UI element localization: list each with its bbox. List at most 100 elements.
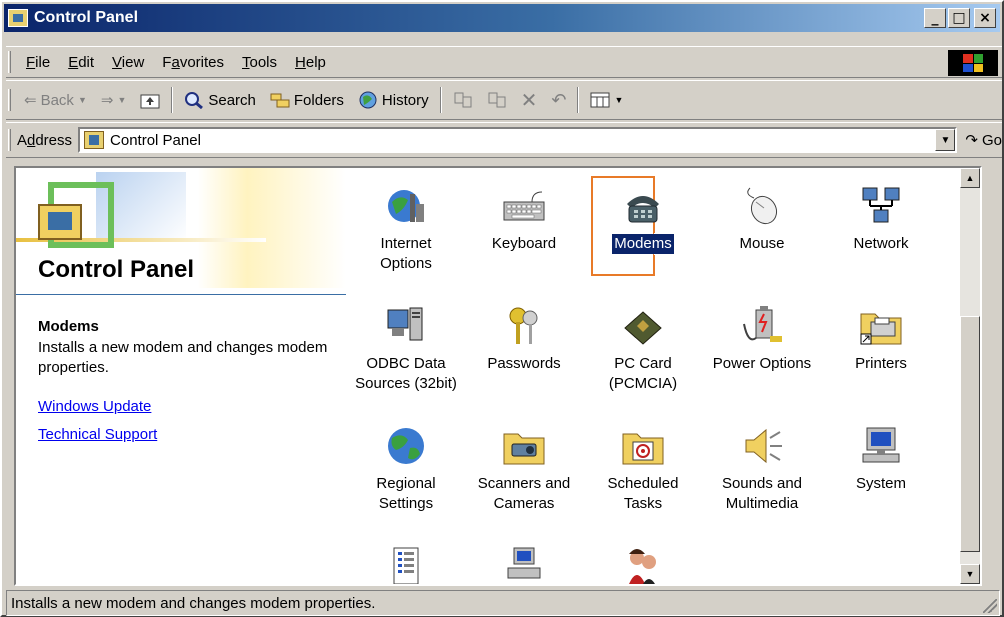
windows-logo xyxy=(948,50,998,76)
item-pc-card[interactable]: PC Card (PCMCIA) xyxy=(583,288,703,394)
item-internet-options[interactable]: Internet Options xyxy=(346,168,466,274)
go-arrow-icon: ↷ xyxy=(965,132,978,149)
keyboard-icon xyxy=(503,191,545,221)
back-button[interactable]: ⇐ Back ▼ xyxy=(17,84,94,116)
forward-button[interactable]: ⇒ ▼ xyxy=(94,84,134,116)
item-row4-2[interactable] xyxy=(464,528,584,584)
item-power-options[interactable]: Power Options xyxy=(702,288,822,374)
address-dropdown-button[interactable]: ▼ xyxy=(935,129,956,151)
network-icon xyxy=(862,187,900,223)
control-panel-icon xyxy=(8,9,28,27)
title-bar[interactable]: Control Panel _ □ × xyxy=(4,4,1000,32)
item-regional-settings[interactable]: Regional Settings xyxy=(346,408,466,514)
vertical-scrollbar[interactable]: ▲ ▼ xyxy=(960,168,980,584)
item-sounds-multimedia[interactable]: Sounds and Multimedia xyxy=(702,408,822,514)
modem-phone-icon xyxy=(627,196,659,223)
minimize-button[interactable]: _ xyxy=(924,8,946,28)
chevron-down-icon: ▼ xyxy=(614,95,624,105)
history-button[interactable]: History xyxy=(351,84,436,116)
maximize-button[interactable]: □ xyxy=(948,8,970,28)
scroll-thumb[interactable] xyxy=(960,316,980,552)
delete-button[interactable]: ✕ xyxy=(514,84,545,116)
web-view-pane: Control Panel Modems Installs a new mode… xyxy=(16,168,346,584)
list-icon xyxy=(393,547,419,584)
keys-icon xyxy=(509,307,538,344)
views-button[interactable]: ▼ xyxy=(583,84,630,116)
menu-help[interactable]: Help xyxy=(286,54,335,71)
selected-item-description: Installs a new modem and changes modem p… xyxy=(38,339,328,376)
go-button[interactable]: ↷ Go xyxy=(965,131,1002,150)
item-scanners-cameras[interactable]: Scanners and Cameras xyxy=(464,408,584,514)
standard-toolbar: ⇐ Back ▼ ⇒ ▼ Search Folders History ✕ ↶ … xyxy=(6,80,1002,120)
item-passwords[interactable]: Passwords xyxy=(464,288,584,374)
undo-icon: ↶ xyxy=(551,89,567,110)
undo-button[interactable]: ↶ xyxy=(544,84,573,116)
address-bar: Address Control Panel ▼ ↷ Go xyxy=(6,122,1002,158)
window-title: Control Panel xyxy=(34,9,139,26)
history-icon xyxy=(359,91,377,109)
scroll-down-button[interactable]: ▼ xyxy=(960,564,980,584)
item-row4-3[interactable] xyxy=(583,528,703,584)
forward-arrow-icon: ⇒ xyxy=(100,92,114,109)
item-modems[interactable]: Modems xyxy=(583,168,703,255)
item-system[interactable]: System xyxy=(821,408,941,494)
control-panel-large-icon xyxy=(38,204,82,240)
item-scheduled-tasks[interactable]: Scheduled Tasks xyxy=(583,408,703,514)
back-arrow-icon: ⇐ xyxy=(24,92,37,109)
technical-support-link[interactable]: Technical Support xyxy=(38,426,157,443)
chevron-down-icon: ▼ xyxy=(940,134,951,146)
toolbar-separator xyxy=(577,87,580,113)
mouse-icon xyxy=(747,187,778,225)
control-panel-icon xyxy=(84,131,105,149)
toolbar-separator xyxy=(439,87,442,113)
status-bar: Installs a new modem and changes modem p… xyxy=(6,590,1000,616)
copy-to-button[interactable] xyxy=(480,84,514,116)
item-odbc[interactable]: ODBC Data Sources (32bit) xyxy=(346,288,466,394)
menu-view[interactable]: View xyxy=(103,54,153,71)
delete-x-icon: ✕ xyxy=(520,89,538,112)
up-folder-button[interactable] xyxy=(133,84,167,116)
search-icon xyxy=(185,92,204,109)
power-icon xyxy=(743,306,782,342)
close-button[interactable]: × xyxy=(974,8,996,28)
content-area: Control Panel Modems Installs a new mode… xyxy=(14,166,982,586)
menu-favorites[interactable]: Favorites xyxy=(153,54,233,71)
views-icon xyxy=(590,92,610,108)
item-mouse[interactable]: Mouse xyxy=(702,168,822,254)
menu-tools[interactable]: Tools xyxy=(233,54,286,71)
menu-file[interactable]: File xyxy=(17,54,59,71)
item-row4-1[interactable] xyxy=(346,528,466,584)
move-to-button[interactable] xyxy=(446,84,480,116)
printers-folder-icon xyxy=(860,313,902,345)
scroll-up-button[interactable]: ▲ xyxy=(960,168,980,188)
control-panel-window: Control Panel _ □ × File Edit View Favor… xyxy=(0,0,1004,617)
windows-update-link[interactable]: Windows Update xyxy=(38,398,151,415)
chevron-down-icon: ▼ xyxy=(965,569,975,579)
search-button[interactable]: Search xyxy=(177,84,263,116)
selected-item-name: Modems xyxy=(38,318,99,335)
pc-card-icon xyxy=(624,311,662,345)
pane-divider xyxy=(16,294,346,295)
computer-icon xyxy=(862,427,900,463)
resize-grip[interactable] xyxy=(983,599,997,613)
address-label: Address xyxy=(16,131,73,149)
speaker-icon xyxy=(745,428,782,464)
globe-icon xyxy=(388,428,424,464)
item-printers[interactable]: Printers xyxy=(821,288,941,374)
address-field[interactable]: Control Panel ▼ xyxy=(78,127,958,153)
move-to-icon xyxy=(454,92,472,108)
chevron-down-icon: ▼ xyxy=(77,95,87,105)
up-folder-icon xyxy=(140,94,160,109)
internet-options-icon xyxy=(388,190,424,222)
toolbar-grip[interactable] xyxy=(8,89,11,111)
menu-grip[interactable] xyxy=(8,51,11,73)
item-keyboard[interactable]: Keyboard xyxy=(464,168,584,254)
menu-edit[interactable]: Edit xyxy=(59,54,103,71)
item-network[interactable]: Network xyxy=(821,168,941,254)
window-controls: _ □ × xyxy=(924,8,996,28)
address-grip[interactable] xyxy=(8,129,11,151)
pane-title: Control Panel xyxy=(38,256,195,283)
folders-button[interactable]: Folders xyxy=(263,84,351,116)
odbc-icon xyxy=(387,307,423,341)
folders-icon xyxy=(270,93,290,108)
